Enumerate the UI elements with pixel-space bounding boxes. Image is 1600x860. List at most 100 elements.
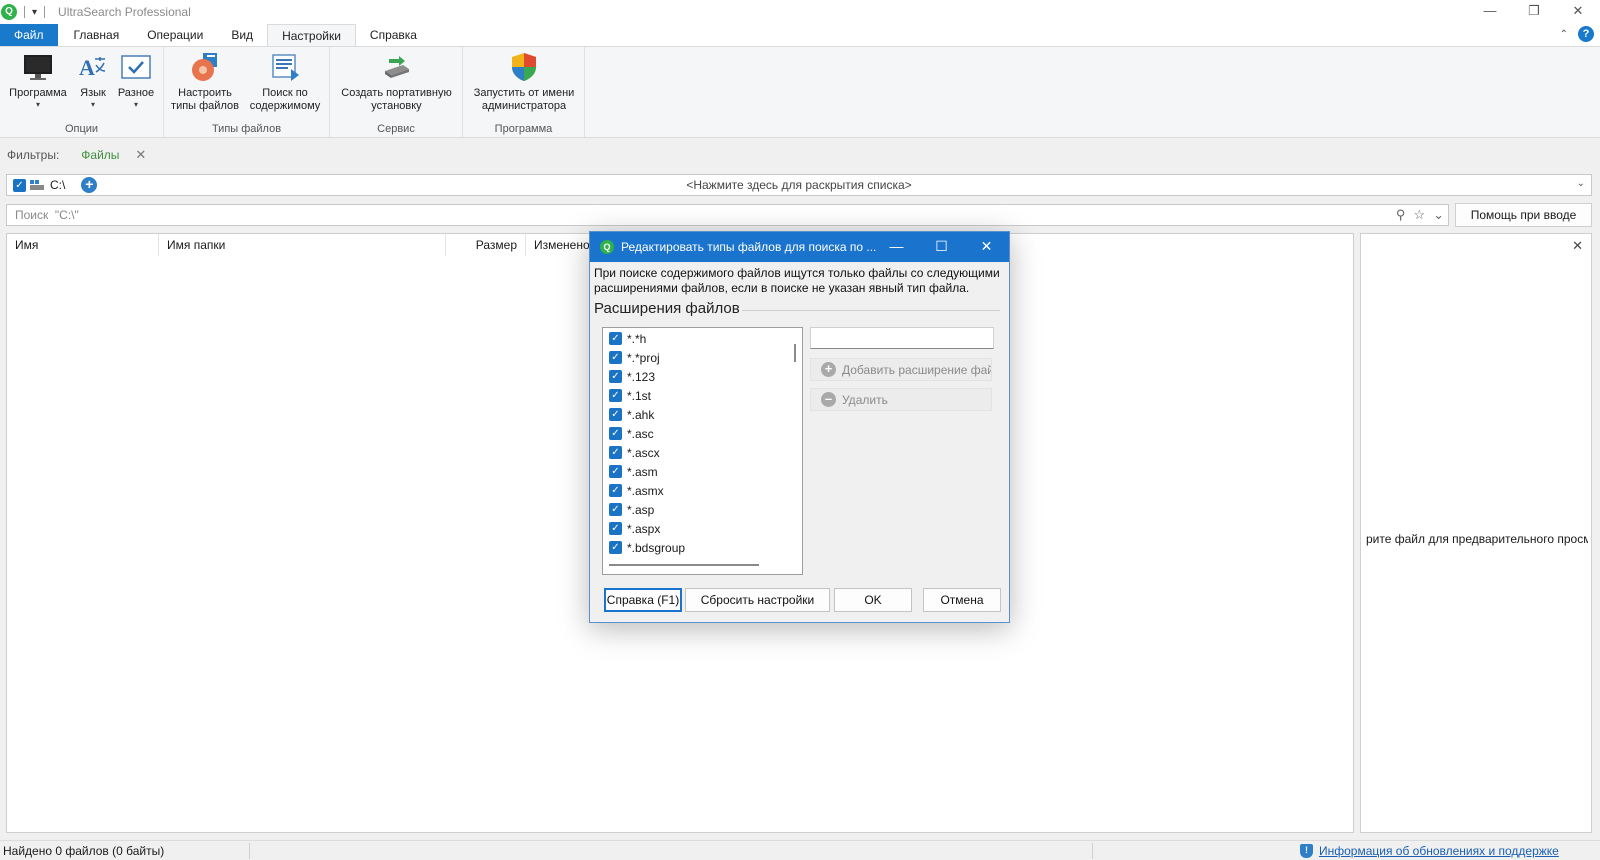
ok-button[interactable]: OK	[834, 588, 912, 612]
extension-label: *.1st	[627, 388, 652, 403]
filter-chip-files[interactable]: Файлы	[81, 148, 119, 162]
drive-label: C:\	[50, 178, 66, 192]
configure-file-types-label-1: Настроить	[178, 87, 232, 99]
extension-checkbox[interactable]: ✓	[609, 465, 622, 478]
help-icon[interactable]: ?	[1578, 26, 1594, 42]
run-as-admin-button[interactable]: Запустить от имени администратора	[467, 51, 581, 113]
list-item[interactable]: ✓ *.1st	[609, 386, 651, 405]
tab-home[interactable]: Главная	[60, 24, 134, 46]
extension-checkbox[interactable]: ✓	[609, 541, 622, 554]
extension-checkbox[interactable]: ✓	[609, 351, 622, 364]
favorite-star-icon[interactable]: ☆	[1413, 207, 1425, 223]
status-separator	[249, 843, 250, 859]
chevron-down-icon[interactable]: ⌄	[1577, 178, 1585, 189]
configure-file-types-label-2: типы файлов	[171, 100, 239, 112]
column-header-name[interactable]: Имя	[7, 234, 159, 256]
cancel-button[interactable]: Отмена	[923, 588, 1001, 612]
extension-label: *.asm	[627, 464, 658, 479]
create-portable-button[interactable]: Создать портативную установку	[334, 51, 459, 113]
dialog-minimize-button[interactable]: —	[874, 232, 919, 262]
extensions-list[interactable]: ✓ *.*h ✓ *.*proj ✓ *.123 ✓ *.1st ✓ *.ahk ✓ *.a…	[602, 327, 803, 575]
search-history-dropdown-icon[interactable]: ⌄	[1433, 207, 1444, 223]
program-options-label: Программа	[9, 87, 67, 99]
tab-view[interactable]: Вид	[217, 24, 267, 46]
dialog-title-bar: Q Редактировать типы файлов для поиска п…	[590, 232, 1009, 262]
vertical-scrollbar[interactable]	[794, 344, 796, 362]
list-item[interactable]: ✓ *.123	[609, 367, 655, 386]
tab-file[interactable]: Файл	[0, 24, 58, 46]
list-item[interactable]: ✓ *.asmx	[609, 481, 664, 500]
list-item[interactable]: ✓ *.*h	[609, 329, 646, 348]
horizontal-scrollbar[interactable]	[609, 564, 759, 566]
remove-filter-icon[interactable]: ✕	[135, 147, 146, 163]
dialog-maximize-button[interactable]: ☐	[919, 232, 964, 262]
list-item[interactable]: ✓ *.asc	[609, 424, 654, 443]
list-item[interactable]: ✓ *.ascx	[609, 443, 660, 462]
update-shield-icon: !	[1300, 844, 1313, 858]
update-info-link[interactable]: Информация об обновлениях и поддержке	[1319, 844, 1559, 858]
drive-selector[interactable]: ✓ C:\ + <Нажмите здесь для раскрытия спи…	[6, 174, 1592, 196]
new-extension-input[interactable]	[810, 327, 994, 349]
dialog-close-button[interactable]: ✕	[964, 232, 1009, 262]
close-preview-icon[interactable]: ✕	[1572, 238, 1583, 254]
delete-extension-button[interactable]: – Удалить	[810, 388, 992, 411]
drive-checkbox[interactable]: ✓	[13, 178, 26, 192]
list-item[interactable]: ✓ *.asp	[609, 500, 654, 519]
status-bar: Найдено 0 файлов (0 байты) ! Информация …	[0, 840, 1600, 860]
restore-button[interactable]: ❐	[1512, 0, 1556, 24]
search-icons: ⚲ ☆ ⌄	[1396, 207, 1444, 223]
extension-checkbox[interactable]: ✓	[609, 408, 622, 421]
dropdown-arrow-icon: ▾	[90, 100, 95, 109]
column-header-size[interactable]: Размер	[446, 234, 526, 256]
minimize-button[interactable]: —	[1468, 0, 1512, 24]
filter-bar: Фильтры: Файлы ✕	[0, 139, 1600, 171]
title-bar: Q ▾ UltraSearch Professional — ❐ ✕	[0, 0, 1600, 24]
help-f1-button[interactable]: Справка (F1)	[604, 588, 682, 612]
misc-button[interactable]: Разное ▾	[114, 51, 158, 110]
add-circle-icon: +	[821, 362, 836, 377]
configure-file-types-button[interactable]: Настроить типы файлов	[168, 51, 242, 113]
program-options-button[interactable]: Программа ▾	[6, 51, 70, 110]
content-search-label-1: Поиск по	[262, 87, 308, 99]
list-item[interactable]: ✓ *.ahk	[609, 405, 654, 424]
dialog-window-controls: — ☐ ✕	[874, 232, 1009, 262]
extension-checkbox[interactable]: ✓	[609, 522, 622, 535]
tab-operations[interactable]: Операции	[133, 24, 217, 46]
extension-label: *.asc	[627, 426, 654, 441]
collapse-ribbon-icon[interactable]: ⌃	[1560, 29, 1568, 40]
extension-label: *.*proj	[627, 350, 660, 365]
file-types-icon	[192, 53, 217, 81]
drives-expand-hint[interactable]: <Нажмите здесь для раскрытия списка>	[7, 178, 1591, 192]
extension-checkbox[interactable]: ✓	[609, 389, 622, 402]
language-button[interactable]: A Язык ▾	[76, 51, 110, 110]
monitor-icon	[24, 55, 52, 80]
list-item[interactable]: ✓ *.asm	[609, 462, 658, 481]
list-item[interactable]: ✓ *.aspx	[609, 519, 660, 538]
search-icon[interactable]: ⚲	[1396, 207, 1406, 223]
content-search-button[interactable]: Поиск по содержимому	[246, 51, 324, 113]
column-header-folder[interactable]: Имя папки	[159, 234, 446, 256]
extension-checkbox[interactable]: ✓	[609, 332, 622, 345]
tab-settings[interactable]: Настройки	[267, 24, 356, 46]
extension-checkbox[interactable]: ✓	[609, 370, 622, 383]
delete-extension-label: Удалить	[842, 392, 888, 407]
quick-access-dropdown[interactable]: ▾	[32, 7, 37, 18]
extension-checkbox[interactable]: ✓	[609, 427, 622, 440]
dropdown-arrow-icon: ▾	[133, 100, 138, 109]
add-extension-button[interactable]: + Добавить расширение фай	[810, 358, 992, 381]
edit-file-types-dialog: Q Редактировать типы файлов для поиска п…	[589, 231, 1010, 623]
extension-checkbox[interactable]: ✓	[609, 446, 622, 459]
usb-drive-icon	[384, 56, 409, 78]
list-item[interactable]: ✓ *.*proj	[609, 348, 660, 367]
reset-settings-button[interactable]: Сбросить настройки	[685, 588, 830, 612]
search-input[interactable]	[15, 208, 1315, 222]
extension-checkbox[interactable]: ✓	[609, 484, 622, 497]
add-drive-icon[interactable]: +	[81, 177, 98, 193]
list-item[interactable]: ✓ *.bdsgroup	[609, 538, 685, 557]
extension-checkbox[interactable]: ✓	[609, 503, 622, 516]
tab-help[interactable]: Справка	[356, 24, 431, 46]
input-help-button[interactable]: Помощь при вводе	[1455, 203, 1592, 227]
language-label: Язык	[80, 87, 106, 99]
preview-pane: ✕ рите файл для предварительного просм	[1360, 233, 1592, 833]
close-button[interactable]: ✕	[1556, 0, 1600, 24]
